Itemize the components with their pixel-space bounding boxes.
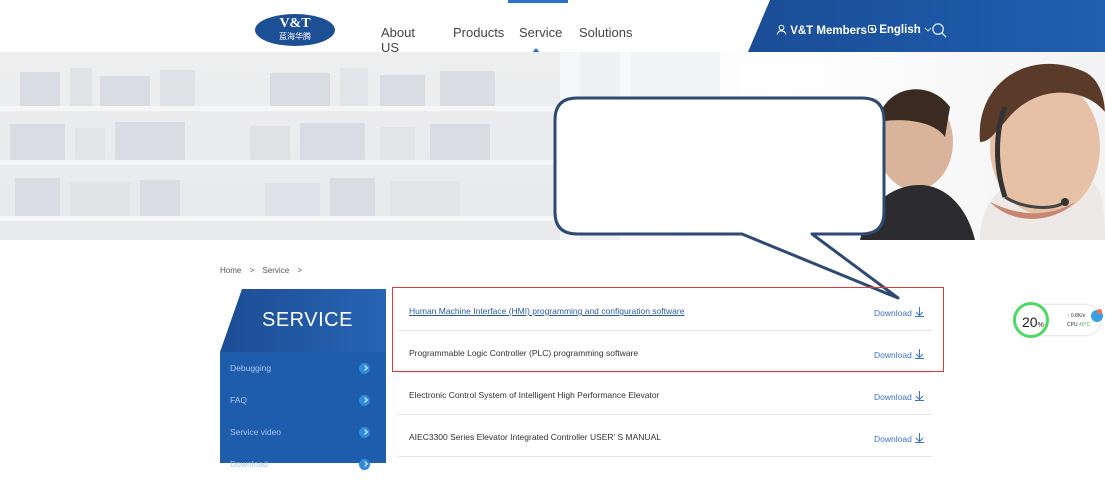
shelf-row <box>0 174 560 216</box>
download-button[interactable]: Download <box>874 390 924 402</box>
sidebar-menu: Debugging FAQ Service video Download <box>220 352 386 470</box>
brand-logo[interactable]: V&T 蓝海华腾 <box>255 14 335 46</box>
download-item-title[interactable]: Electronic Control System of Intelligent… <box>409 390 659 400</box>
sidebar-item-debugging[interactable]: Debugging <box>220 352 386 384</box>
search-icon[interactable] <box>931 22 948 39</box>
sidebar-item-label: FAQ <box>230 395 248 405</box>
nav-products[interactable]: Products <box>453 25 504 40</box>
breadcrumb-separator: > <box>297 266 303 275</box>
list-item: Electronic Control System of Intelligent… <box>398 374 932 415</box>
download-arrow-icon <box>914 433 924 443</box>
download-label: Download <box>874 392 912 402</box>
accelerator-ball-icon[interactable] <box>1091 309 1103 322</box>
cpu-temp: CPU 40°C <box>1067 322 1090 328</box>
download-item-title[interactable]: AIEC3300 Series Elevator Integrated Cont… <box>409 432 661 442</box>
logo-text: V&T <box>279 16 311 31</box>
cpu-label: CPU <box>1067 322 1078 328</box>
chevron-right-icon <box>359 459 370 470</box>
chevron-right-icon <box>359 427 370 438</box>
download-label: Download <box>874 434 912 444</box>
download-button[interactable]: Download <box>874 432 924 444</box>
chevron-right-icon <box>359 395 370 406</box>
bookshelf-image <box>0 52 560 240</box>
language-menu[interactable]: English <box>868 24 932 36</box>
members-label: V&T Members <box>790 25 867 37</box>
network-speed: ↑ 0.8K/s <box>1067 313 1086 319</box>
sidebar-item-label: Download <box>230 459 268 469</box>
cpu-temp-value: 40°C <box>1078 322 1091 328</box>
nav-active-indicator <box>508 0 568 3</box>
breadcrumb: Home > Service > <box>220 266 308 275</box>
sidebar-item-label: Service video <box>230 427 282 437</box>
list-item: AIEC3300 Series Elevator Integrated Cont… <box>398 416 932 457</box>
usage-ring: 20% <box>1013 302 1049 338</box>
breadcrumb-service[interactable]: Service <box>262 266 289 275</box>
usage-percent-unit: % <box>1037 322 1044 329</box>
support-agent-image <box>560 52 1105 240</box>
breadcrumb-separator: > <box>249 266 255 275</box>
user-icon <box>776 24 787 35</box>
sidebar-item-download[interactable]: Download <box>220 448 386 480</box>
breadcrumb-home[interactable]: Home <box>220 266 241 275</box>
language-label: English <box>879 24 921 36</box>
support-agent-illustration <box>580 52 1105 240</box>
sidebar-item-service-video[interactable]: Service video <box>220 416 386 448</box>
site-header: V&T 蓝海华腾 About US Products Service Solut… <box>0 0 1105 55</box>
highlight-box <box>392 287 944 372</box>
chevron-right-icon <box>359 363 370 374</box>
sidebar-title: SERVICE <box>262 309 353 331</box>
shelf-row <box>0 64 560 106</box>
shelf-row <box>0 118 560 160</box>
nav-solutions[interactable]: Solutions <box>579 25 632 40</box>
download-arrow-icon <box>914 391 924 401</box>
usage-percent-value: 20 <box>1022 314 1038 330</box>
usage-percent: 20% <box>1022 314 1044 330</box>
nav-service[interactable]: Service <box>519 25 562 40</box>
logo-subtext: 蓝海华腾 <box>279 32 311 41</box>
nav-about-us[interactable]: About US <box>381 25 415 55</box>
sidebar-item-faq[interactable]: FAQ <box>220 384 386 416</box>
system-monitor-widget[interactable]: ↑ 0.8K/s CPU 40°C 20% <box>1013 302 1105 338</box>
globe-icon <box>868 25 876 33</box>
hero-banner <box>0 52 1105 240</box>
members-menu[interactable]: V&T Members <box>776 24 878 37</box>
sidebar-item-label: Debugging <box>230 363 272 373</box>
